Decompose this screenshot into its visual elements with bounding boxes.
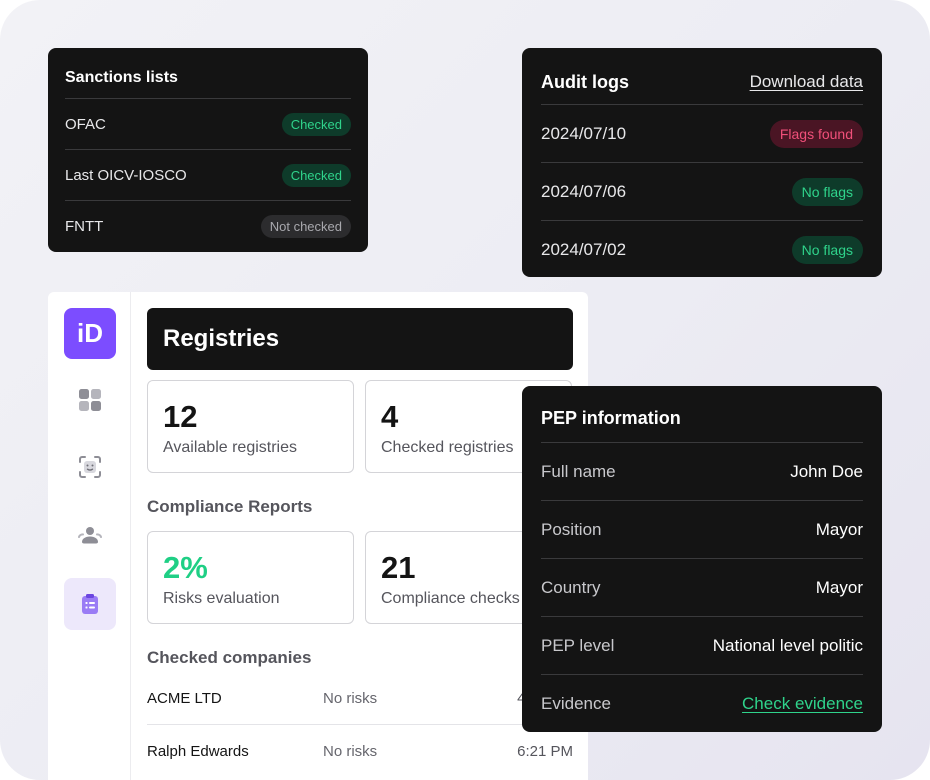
download-data-link[interactable]: Download data <box>750 72 863 92</box>
status-badge: Flags found <box>769 119 863 148</box>
pep-value: National level politic <box>712 635 863 655</box>
sanctions-row-fntt: FNTT Not checked <box>65 200 351 251</box>
pep-key: Evidence <box>541 693 611 713</box>
pep-value: John Doe <box>790 461 863 481</box>
audit-date: 2024/07/06 <box>541 181 627 201</box>
table-row[interactable]: Ralph Edwards No risks 6:21 PM <box>147 725 573 778</box>
stat-value: 2% <box>163 550 208 585</box>
sanctions-title: Sanctions lists <box>65 69 178 86</box>
dashboard-icon[interactable] <box>64 374 116 426</box>
pep-key: PEP level <box>541 635 615 655</box>
users-icon[interactable] <box>64 509 116 561</box>
pep-value: Mayor <box>815 519 863 539</box>
companies-section-title: Checked companies <box>147 648 312 667</box>
face-scan-icon[interactable] <box>64 441 116 493</box>
sanctions-name: Last OICV-IOSCO <box>65 166 187 184</box>
companies-list: ACME LTD No risks 4:21 PM Ralph Edwards … <box>147 672 573 778</box>
company-name: ACME LTD <box>147 689 222 707</box>
audit-row: 2024/07/10 Flags found <box>541 104 863 162</box>
audit-row: 2024/07/02 No flags <box>541 220 863 278</box>
registry-stats: 12 Available registries 4 Checked regist… <box>147 380 573 473</box>
check-evidence-link[interactable]: Check evidence <box>742 694 863 714</box>
compliance-section-title: Compliance Reports <box>147 497 313 516</box>
audit-title: Audit logs <box>541 71 629 92</box>
stat-label: Available registries <box>163 439 297 456</box>
stat-label: Risks evaluation <box>163 590 280 607</box>
sanctions-lists-card: Sanctions lists OFAC Checked Last OICV-I… <box>48 48 368 252</box>
pep-row: Evidence Check evidence <box>541 674 863 732</box>
company-risk: No risks <box>323 689 378 707</box>
pep-information-card: PEP information Full name John Doe Posit… <box>522 386 882 732</box>
main-content: Registries 12 Available registries 4 Che… <box>147 308 573 778</box>
audit-date: 2024/07/02 <box>541 239 627 259</box>
pep-row: Full name John Doe <box>541 442 863 500</box>
pep-key: Full name <box>541 461 616 481</box>
audit-logs-card: Audit logs Download data 2024/07/10 Flag… <box>522 48 882 277</box>
page-title: Registries <box>147 308 573 370</box>
pep-row: Position Mayor <box>541 500 863 558</box>
pep-row: Country Mayor <box>541 558 863 616</box>
stat-card: 2% Risks evaluation <box>147 531 354 624</box>
status-badge: No flags <box>791 235 863 264</box>
stat-value: 12 <box>163 399 198 434</box>
audit-row: 2024/07/06 No flags <box>541 162 863 220</box>
sanctions-row-oicv: Last OICV-IOSCO Checked <box>65 149 351 200</box>
clipboard-icon[interactable] <box>64 578 116 630</box>
audit-date: 2024/07/10 <box>541 123 627 143</box>
status-badge: Checked <box>281 112 351 136</box>
pep-row: PEP level National level politic <box>541 616 863 674</box>
sanctions-row-ofac: OFAC Checked <box>65 98 351 149</box>
stat-card: 12 Available registries <box>147 380 354 473</box>
canvas-background: Sanctions lists OFAC Checked Last OICV-I… <box>0 0 930 780</box>
company-risk: No risks <box>323 743 378 760</box>
app-logo[interactable]: iD <box>64 308 116 359</box>
status-badge: No flags <box>791 177 863 206</box>
audit-header: Audit logs Download data <box>541 70 863 94</box>
status-badge: Not checked <box>260 214 351 238</box>
pep-value: Mayor <box>815 577 863 597</box>
company-name: Ralph Edwards <box>147 743 249 760</box>
status-badge: Checked <box>281 163 351 187</box>
sidebar: iD <box>48 292 131 780</box>
pep-title: PEP information <box>541 408 681 428</box>
registries-panel: iD Registries 12 Available registries 4 … <box>48 292 588 780</box>
sanctions-name: OFAC <box>65 115 106 133</box>
company-time: 6:21 PM <box>517 743 573 760</box>
pep-key: Position <box>541 519 602 539</box>
sanctions-name: FNTT <box>65 217 104 235</box>
pep-key: Country <box>541 577 601 597</box>
compliance-stats: 2% Risks evaluation 21 Compliance checks <box>147 531 573 624</box>
table-row[interactable]: ACME LTD No risks 4:21 PM <box>147 672 573 725</box>
